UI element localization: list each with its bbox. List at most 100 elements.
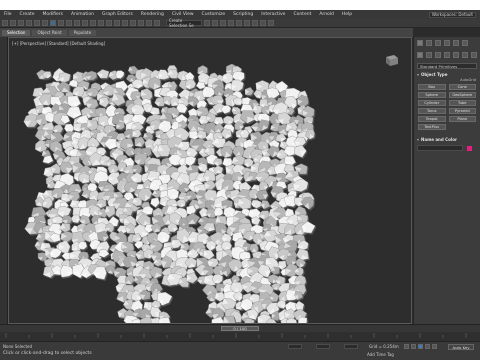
spinner-snap-icon[interactable]	[154, 20, 160, 26]
move-icon[interactable]	[82, 20, 88, 26]
object-button-box[interactable]: Box	[418, 84, 446, 90]
modify-tab-icon[interactable]	[426, 40, 432, 46]
workspace-dropdown[interactable]: Workspaces: Default	[428, 11, 476, 18]
unlink-icon[interactable]	[26, 20, 32, 26]
menu-item-content[interactable]: Content	[289, 12, 315, 17]
viewport-label[interactable]: [+] [Perspective] [Standard] [Default Sh…	[12, 41, 105, 46]
track-bar[interactable]	[0, 332, 480, 341]
reference-coordinate-icon[interactable]	[114, 20, 120, 26]
lights-icon[interactable]	[435, 52, 441, 58]
mirror-icon[interactable]	[204, 20, 210, 26]
placement-icon[interactable]	[106, 20, 112, 26]
object-type-title: Object Type	[421, 72, 448, 77]
material-editor-icon[interactable]	[244, 20, 250, 26]
pivot-center-icon[interactable]	[122, 20, 128, 26]
object-button-pyramid[interactable]: Pyramid	[448, 108, 476, 114]
menu-item-civil-view[interactable]: Civil View	[168, 12, 198, 17]
menu-item-arnold[interactable]: Arnold	[315, 12, 338, 17]
y-coordinate-field[interactable]	[316, 344, 330, 349]
title-strip	[0, 0, 480, 10]
menu-item-interactive[interactable]: Interactive	[257, 12, 289, 17]
menubar-right-group: Workspaces: Default	[428, 11, 480, 18]
layer-explorer-icon[interactable]	[220, 20, 226, 26]
play-icon[interactable]	[418, 344, 423, 349]
object-button-cylinder[interactable]: Cylinder	[418, 100, 446, 106]
selection-filter-icon[interactable]	[42, 20, 48, 26]
object-button-torus[interactable]: Torus	[418, 108, 446, 114]
snaps-toggle-icon[interactable]	[130, 20, 136, 26]
create-category-row	[414, 49, 480, 61]
link-icon[interactable]	[18, 20, 24, 26]
render-frame-icon[interactable]	[260, 20, 266, 26]
object-button-teapot[interactable]: Teapot	[418, 116, 446, 122]
selection-set-field[interactable]: Create Selection Se	[166, 18, 202, 28]
object-type-rollout[interactable]: ▾ Object Type	[416, 71, 478, 78]
geometry-icon[interactable]	[417, 52, 423, 58]
undo-icon[interactable]	[2, 20, 8, 26]
viewcube-icon[interactable]	[384, 53, 400, 67]
time-slider-handle[interactable]: 0 / 100	[221, 326, 259, 331]
object-button-plane[interactable]: Plane	[448, 116, 476, 122]
object-button-textplus[interactable]: TextPlus	[418, 124, 446, 130]
curve-editor-icon[interactable]	[228, 20, 234, 26]
redo-icon[interactable]	[10, 20, 16, 26]
command-panel: Standard Primitives ▾ Object Type AutoGri…	[413, 37, 480, 324]
ribbon-tab-object-paint[interactable]: Object Paint	[32, 29, 67, 36]
create-tab-icon[interactable]	[417, 40, 423, 46]
time-slider[interactable]: 0 / 100	[0, 324, 480, 332]
perspective-viewport[interactable]: [+] [Perspective] [Standard] [Default Sh…	[8, 37, 412, 324]
schematic-view-icon[interactable]	[236, 20, 242, 26]
angle-snap-icon[interactable]	[138, 20, 144, 26]
object-name-field[interactable]	[417, 145, 463, 151]
menu-item-modifiers[interactable]: Modifiers	[38, 12, 67, 17]
helpers-icon[interactable]	[453, 52, 459, 58]
menu-item-animation[interactable]: Animation	[67, 12, 98, 17]
menu-item-help[interactable]: Help	[338, 12, 356, 17]
align-icon[interactable]	[212, 20, 218, 26]
z-coordinate-field[interactable]	[344, 344, 358, 349]
space-warps-icon[interactable]	[462, 52, 468, 58]
systems-icon[interactable]	[471, 52, 477, 58]
rotate-icon[interactable]	[90, 20, 96, 26]
menu-item-graph-editors[interactable]: Graph Editors	[98, 12, 137, 17]
menu-item-customize[interactable]: Customize	[198, 12, 230, 17]
ribbon-tab-selection[interactable]: Selection	[2, 29, 31, 36]
scale-icon[interactable]	[98, 20, 104, 26]
render-icon[interactable]	[268, 20, 274, 26]
grid-size-label: Grid = 0.254m	[369, 344, 399, 349]
object-button-tube[interactable]: Tube	[448, 100, 476, 106]
next-frame-icon[interactable]	[425, 344, 430, 349]
menu-item-rendering[interactable]: Rendering	[137, 12, 168, 17]
menu-item-create[interactable]: Create	[16, 12, 39, 17]
select-by-name-icon[interactable]	[58, 20, 64, 26]
add-time-tag[interactable]: Add Time Tag	[367, 352, 394, 357]
render-setup-icon[interactable]	[252, 20, 258, 26]
percent-snap-icon[interactable]	[146, 20, 152, 26]
shapes-icon[interactable]	[426, 52, 432, 58]
object-color-swatch[interactable]	[467, 146, 472, 151]
object-button-geosphere[interactable]: GeoSphere	[448, 92, 476, 98]
menu-item-scripting[interactable]: Scripting	[229, 12, 257, 17]
object-type-buttons: Box Cone Sphere GeoSphere Cylinder Tube Torus P…	[414, 82, 480, 132]
window-crossing-icon[interactable]	[74, 20, 80, 26]
menu-item-file[interactable]: File	[0, 12, 16, 17]
name-color-rollout[interactable]: ▾ Name and Color	[416, 136, 478, 143]
x-coordinate-field[interactable]	[288, 344, 302, 349]
display-tab-icon[interactable]	[453, 40, 459, 46]
auto-key-button[interactable]: Auto Key	[448, 344, 474, 350]
go-to-end-icon[interactable]	[432, 344, 437, 349]
hierarchy-tab-icon[interactable]	[435, 40, 441, 46]
motion-tab-icon[interactable]	[444, 40, 450, 46]
object-button-sphere[interactable]: Sphere	[418, 92, 446, 98]
rollout-collapse-icon: ▾	[417, 137, 420, 142]
previous-frame-icon[interactable]	[411, 344, 416, 349]
utilities-tab-icon[interactable]	[462, 40, 468, 46]
object-button-cone[interactable]: Cone	[448, 84, 476, 90]
go-to-start-icon[interactable]	[404, 344, 409, 349]
cameras-icon[interactable]	[444, 52, 450, 58]
select-object-icon[interactable]	[50, 20, 56, 26]
rectangular-selection-icon[interactable]	[66, 20, 72, 26]
bind-space-warp-icon[interactable]	[34, 20, 40, 26]
ribbon-tab-populate[interactable]: Populate	[68, 29, 97, 36]
primitive-type-dropdown[interactable]: Standard Primitives	[417, 63, 477, 69]
